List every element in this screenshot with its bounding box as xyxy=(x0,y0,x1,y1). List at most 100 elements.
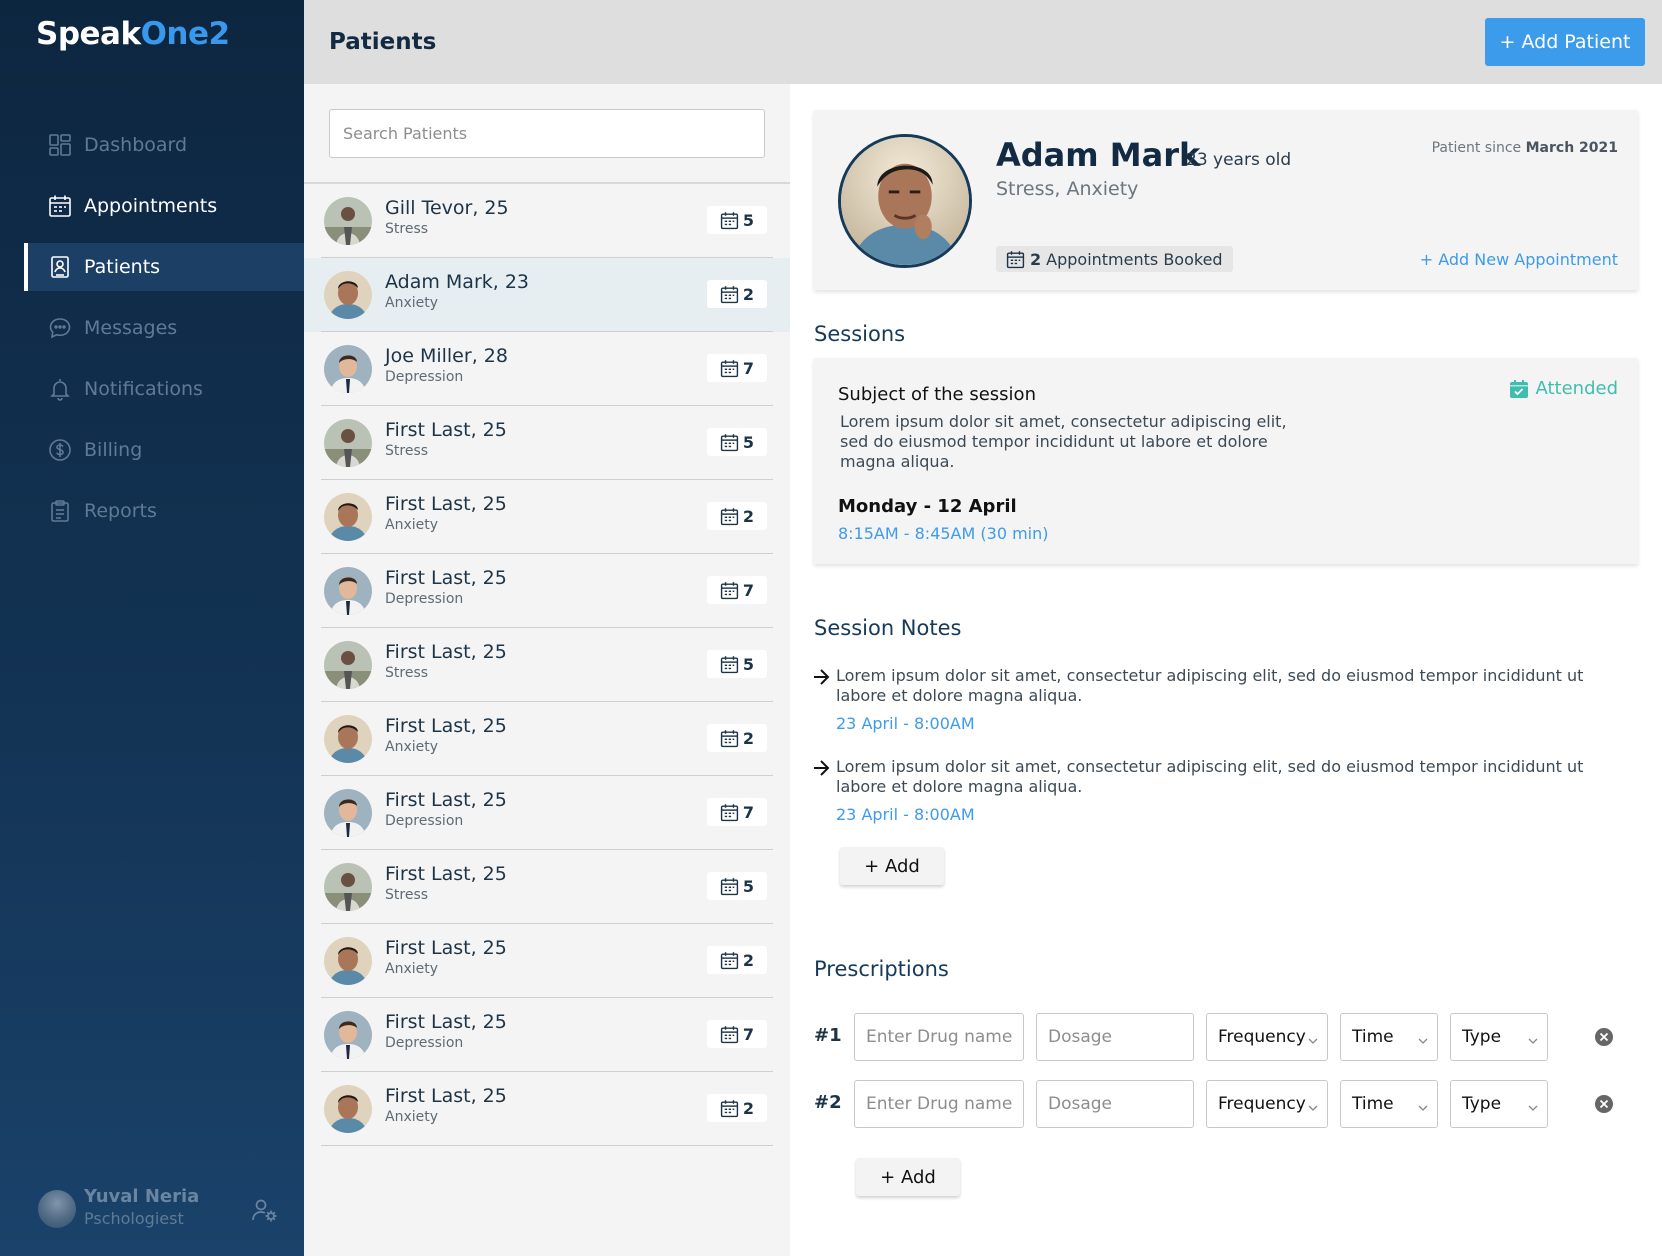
status-label: Attended xyxy=(1535,378,1618,399)
arrow-right-icon xyxy=(812,666,830,688)
sidebar-item-messages[interactable]: Messages xyxy=(24,304,304,352)
sidebar: SpeakOne2 Dashboard Appointments Patient… xyxy=(0,0,304,1256)
time-select[interactable]: Time xyxy=(1340,1080,1438,1128)
patient-list-item[interactable]: Adam Mark, 23 Anxiety 2 xyxy=(304,258,790,332)
patient-list-item[interactable]: Joe Miller, 28 Depression 7 xyxy=(304,332,790,406)
patient-list-item[interactable]: First Last, 25 Stress 5 xyxy=(304,628,790,702)
patient-name: Adam Mark, 23 xyxy=(385,271,530,293)
type-value: Type xyxy=(1462,1094,1502,1114)
top-header: Patients + Add Patient xyxy=(304,0,1662,84)
patient-list-item[interactable]: First Last, 25 Anxiety 2 xyxy=(304,924,790,998)
patient-profile-card: Adam Mark 23 years old Stress, Anxiety P… xyxy=(814,110,1638,290)
add-note-button[interactable]: + Add xyxy=(840,847,944,885)
frequency-select[interactable]: Frequency xyxy=(1206,1080,1328,1128)
patient-condition: Stress xyxy=(385,665,429,681)
appointment-count-badge: 5 xyxy=(707,650,767,678)
patient-name: First Last, 25 xyxy=(385,789,507,811)
session-description: Lorem ipsum dolor sit amet, consectetur … xyxy=(840,412,1287,471)
type-select[interactable]: Type xyxy=(1450,1013,1548,1061)
brand-logo[interactable]: SpeakOne2 xyxy=(36,16,230,52)
search-input[interactable] xyxy=(329,109,765,158)
drug-name-input[interactable] xyxy=(854,1080,1024,1128)
current-user[interactable]: Yuval Neria Pschologiest xyxy=(38,1186,278,1230)
avatar xyxy=(324,863,372,911)
patient-list-panel: Gill Tevor, 25 Stress 5 Adam Mark, 23 Anxiet… xyxy=(304,84,790,1256)
add-prescription-button[interactable]: + Add xyxy=(856,1158,960,1196)
calendar-icon xyxy=(720,211,739,230)
avatar xyxy=(324,937,372,985)
patient-name: First Last, 25 xyxy=(385,419,507,441)
avatar xyxy=(324,715,372,763)
calendar-icon xyxy=(720,359,739,378)
patient-list-item[interactable]: First Last, 25 Depression 7 xyxy=(304,998,790,1072)
note-timestamp: 23 April - 8:00AM xyxy=(836,714,975,733)
prescription-number: #2 xyxy=(814,1092,842,1113)
patient-list-item[interactable]: First Last, 25 Anxiety 2 xyxy=(304,480,790,554)
appointments-count: 2 xyxy=(1030,249,1042,269)
patient-list-item[interactable]: First Last, 25 Anxiety 2 xyxy=(304,1072,790,1146)
patient-list-item[interactable]: Gill Tevor, 25 Stress 5 xyxy=(304,184,790,258)
appointment-count: 7 xyxy=(742,1024,755,1044)
patient-list-item[interactable]: First Last, 25 Stress 5 xyxy=(304,850,790,924)
frequency-select[interactable]: Frequency xyxy=(1206,1013,1328,1061)
frequency-value: Frequency xyxy=(1218,1094,1306,1114)
brand-logo-part1: Speak xyxy=(36,16,141,52)
appointment-count-badge: 5 xyxy=(707,206,767,234)
sidebar-item-label: Messages xyxy=(84,317,178,339)
type-select[interactable]: Type xyxy=(1450,1080,1548,1128)
chevron-down-icon xyxy=(1527,1032,1539,1044)
session-time: 8:15AM - 8:45AM (30 min) xyxy=(838,524,1049,543)
patient-condition: Stress xyxy=(385,443,429,459)
patient-name: First Last, 25 xyxy=(385,863,507,885)
user-role: Pschologiest xyxy=(84,1209,184,1228)
user-name: Yuval Neria xyxy=(84,1186,200,1207)
calendar-icon xyxy=(1006,250,1025,269)
calendar-icon xyxy=(720,803,739,822)
session-card[interactable]: Subject of the session Lorem ipsum dolor… xyxy=(814,358,1638,564)
patient-list-item[interactable]: First Last, 25 Depression 7 xyxy=(304,554,790,628)
patient-conditions: Stress, Anxiety xyxy=(996,178,1139,200)
remove-prescription-icon[interactable] xyxy=(1594,1027,1614,1047)
sidebar-item-notifications[interactable]: Notifications xyxy=(24,365,304,413)
avatar xyxy=(324,567,372,615)
appointment-count: 2 xyxy=(742,284,755,304)
session-notes-heading: Session Notes xyxy=(814,616,962,640)
chevron-down-icon xyxy=(1307,1099,1319,1111)
patient-condition: Anxiety xyxy=(385,1109,439,1125)
note-text: Lorem ipsum dolor sit amet, consectetur … xyxy=(836,666,1584,705)
drug-name-input[interactable] xyxy=(854,1013,1024,1061)
dosage-input[interactable] xyxy=(1036,1013,1194,1061)
prescription-row: #2 Frequency Time Type xyxy=(790,1080,1662,1128)
dosage-input[interactable] xyxy=(1036,1080,1194,1128)
appointment-count: 2 xyxy=(742,950,755,970)
avatar xyxy=(324,1085,372,1133)
prescription-number: #1 xyxy=(814,1025,842,1046)
sidebar-item-patients[interactable]: Patients xyxy=(24,243,304,291)
time-select[interactable]: Time xyxy=(1340,1013,1438,1061)
avatar xyxy=(38,1190,76,1228)
patient-condition: Depression xyxy=(385,813,464,829)
prescriptions-heading: Prescriptions xyxy=(814,957,949,981)
patient-list-item[interactable]: First Last, 25 Stress 5 xyxy=(304,406,790,480)
sidebar-item-reports[interactable]: Reports xyxy=(24,487,304,535)
chat-bubble-icon xyxy=(48,316,72,340)
clipboard-icon xyxy=(48,499,72,523)
patient-list-item[interactable]: First Last, 25 Anxiety 2 xyxy=(304,702,790,776)
patient-condition: Anxiety xyxy=(385,517,439,533)
sidebar-item-appointments[interactable]: Appointments xyxy=(24,182,304,230)
add-appointment-link[interactable]: + Add New Appointment xyxy=(1420,250,1618,269)
chevron-down-icon xyxy=(1417,1099,1429,1111)
patient-condition: Stress xyxy=(385,887,429,903)
add-patient-button[interactable]: + Add Patient xyxy=(1485,18,1645,66)
sidebar-item-billing[interactable]: Billing xyxy=(24,426,304,474)
remove-prescription-icon[interactable] xyxy=(1594,1094,1614,1114)
calendar-icon xyxy=(720,877,739,896)
patient-list-item[interactable]: First Last, 25 Depression 7 xyxy=(304,776,790,850)
appointments-label: Appointments Booked xyxy=(1046,249,1223,269)
prescription-row: #1 Frequency Time Type xyxy=(790,1013,1662,1061)
appointment-count-badge: 5 xyxy=(707,872,767,900)
patient-name: First Last, 25 xyxy=(385,1085,507,1107)
sidebar-item-dashboard[interactable]: Dashboard xyxy=(24,121,304,169)
user-settings-icon[interactable] xyxy=(250,1196,278,1224)
calendar-icon xyxy=(720,581,739,600)
